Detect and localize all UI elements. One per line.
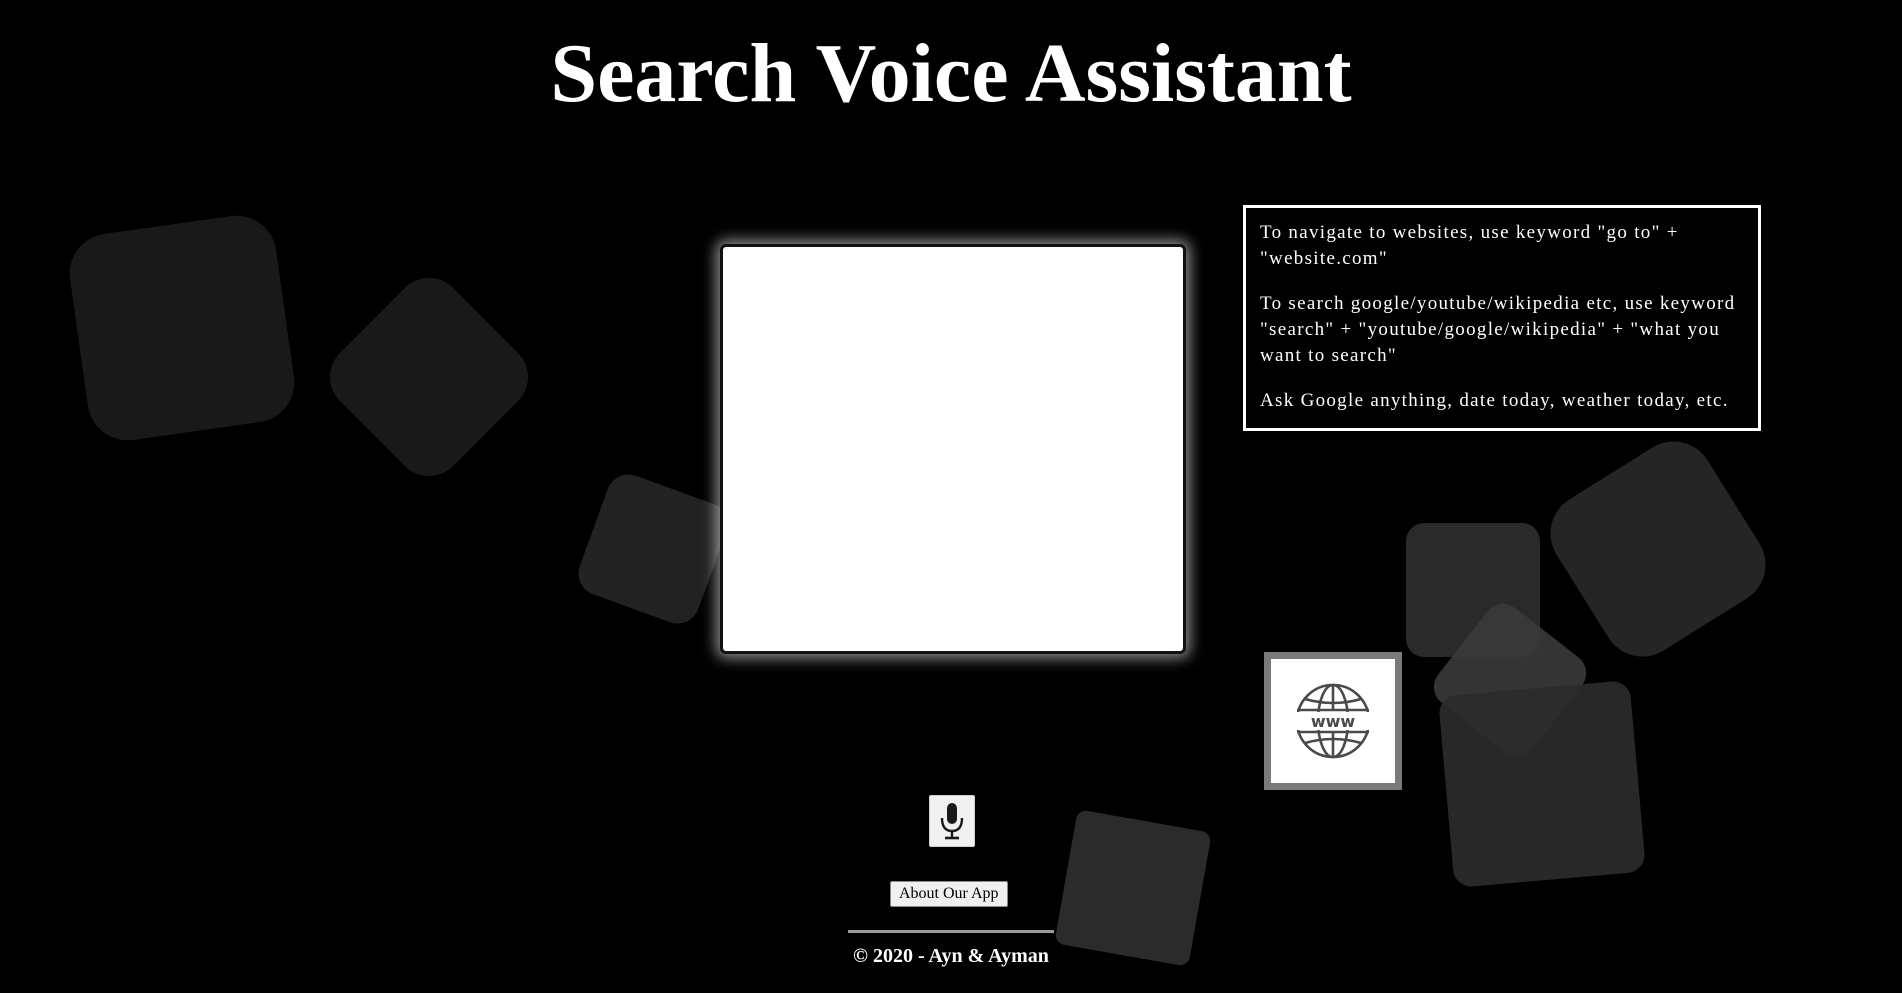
page: Search Voice Assistant To navigate to we… xyxy=(0,0,1902,993)
microphone-icon xyxy=(940,803,964,840)
instruction-ask: Ask Google anything, date today, weather… xyxy=(1260,390,1729,411)
decorative-square xyxy=(1437,679,1647,889)
footer-divider xyxy=(848,930,1054,933)
globe-www-icon: www xyxy=(1295,683,1371,759)
about-app-button[interactable]: About Our App xyxy=(890,881,1008,907)
instructions-panel: To navigate to websites, use keyword "go… xyxy=(1243,205,1761,431)
decorative-square xyxy=(64,210,300,446)
open-website-button[interactable]: www xyxy=(1264,652,1402,790)
microphone-button[interactable] xyxy=(929,795,975,847)
instruction-navigate: To navigate to websites, use keyword "go… xyxy=(1260,222,1679,269)
decorative-square xyxy=(572,468,734,630)
instruction-search: To search google/youtube/wikipedia etc, … xyxy=(1260,293,1736,366)
speech-output-panel xyxy=(720,244,1186,654)
decorative-square xyxy=(315,263,543,491)
svg-text:www: www xyxy=(1311,712,1356,731)
footer-copyright: © 2020 - Ayn & Ayman xyxy=(853,945,1049,967)
decorative-square xyxy=(1535,426,1781,672)
page-title: Search Voice Assistant xyxy=(550,27,1352,120)
